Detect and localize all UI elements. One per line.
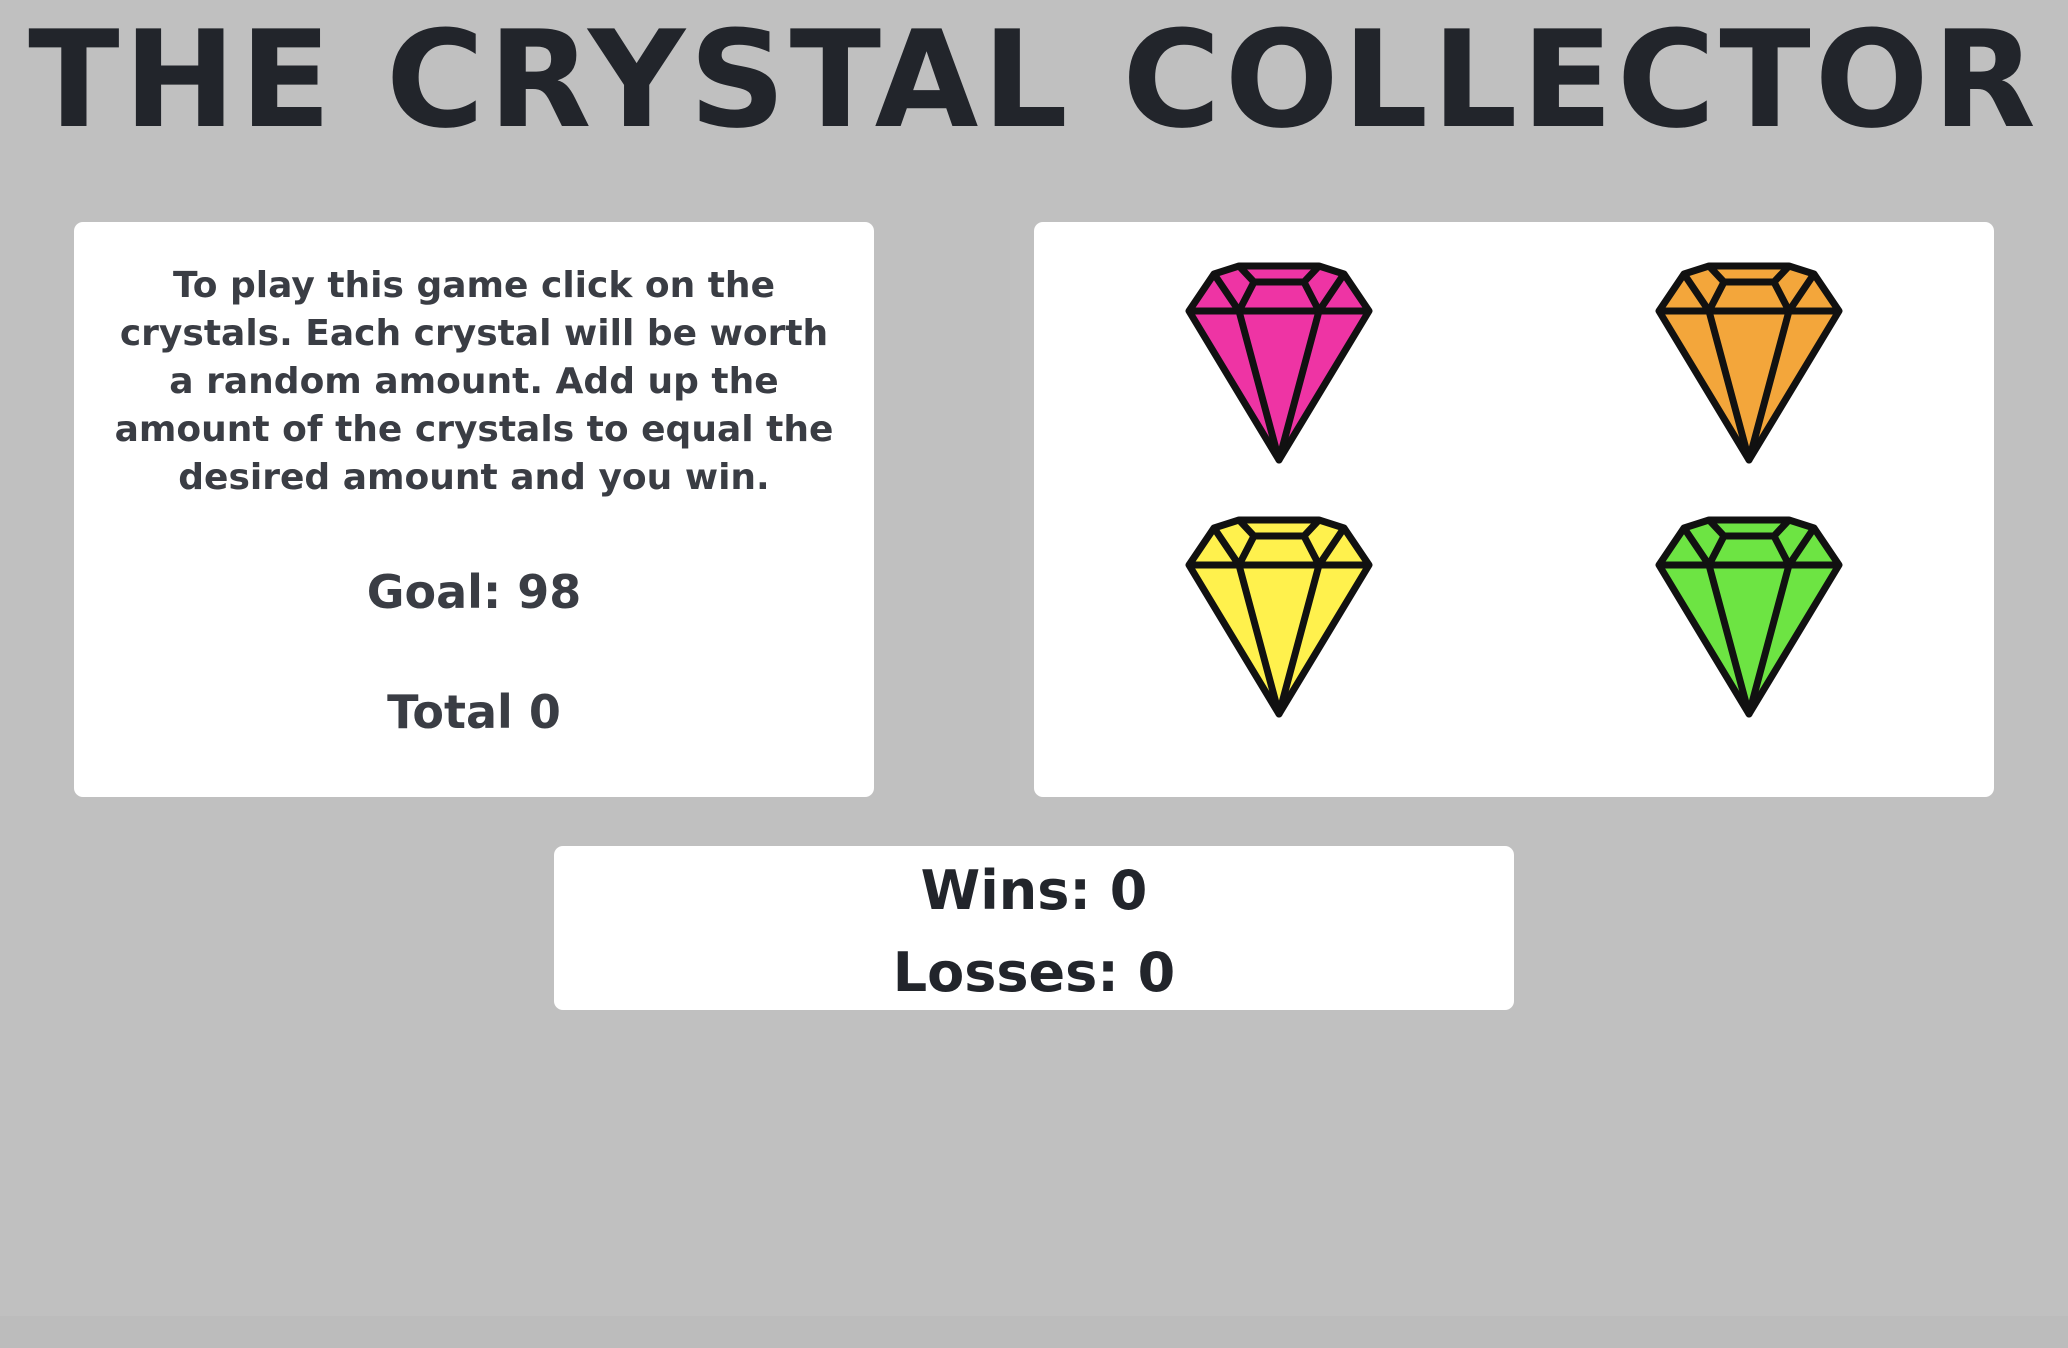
crystals-panel [1034, 222, 1994, 797]
yellow-crystal-icon [1185, 516, 1373, 718]
yellow-crystal-button[interactable] [1174, 512, 1384, 722]
scoreboard-panel: Wins: 0 Losses: 0 [554, 846, 1514, 1010]
total-value: Total 0 [387, 685, 561, 739]
green-crystal-button[interactable] [1644, 512, 1854, 722]
green-crystal-icon [1655, 516, 1843, 718]
orange-crystal-icon [1655, 262, 1843, 464]
bottom-strip [0, 1316, 2068, 1348]
orange-crystal-button[interactable] [1644, 258, 1854, 468]
losses-count: Losses: 0 [892, 941, 1176, 1004]
pink-crystal-icon [1185, 262, 1373, 464]
instructions-panel: To play this game click on the crystals.… [74, 222, 874, 797]
instructions-text: To play this game click on the crystals.… [114, 265, 834, 498]
goal-value: Goal: 98 [366, 565, 582, 619]
page-title: THE CRYSTAL COLLECTOR [28, 2, 2040, 158]
wins-count: Wins: 0 [920, 859, 1148, 922]
pink-crystal-button[interactable] [1174, 258, 1384, 468]
